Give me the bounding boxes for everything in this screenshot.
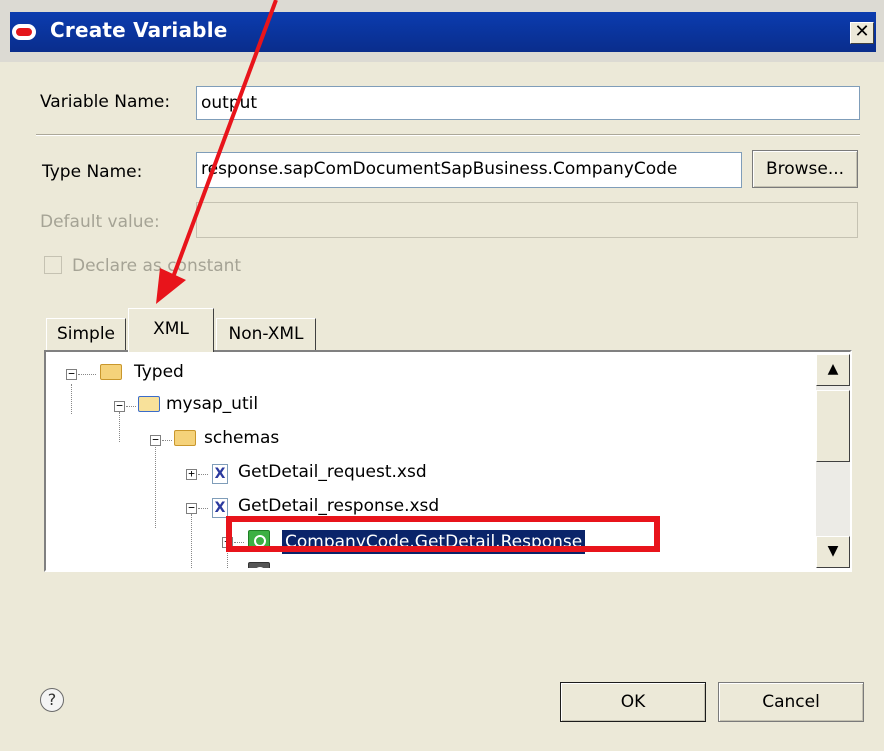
tab-xml[interactable]: XML xyxy=(128,308,214,352)
annotation-highlight-box xyxy=(226,516,660,552)
annotation-overlay xyxy=(156,0,278,304)
annotation-arrow-head xyxy=(156,268,186,304)
annotation-arrow-line xyxy=(170,0,278,281)
